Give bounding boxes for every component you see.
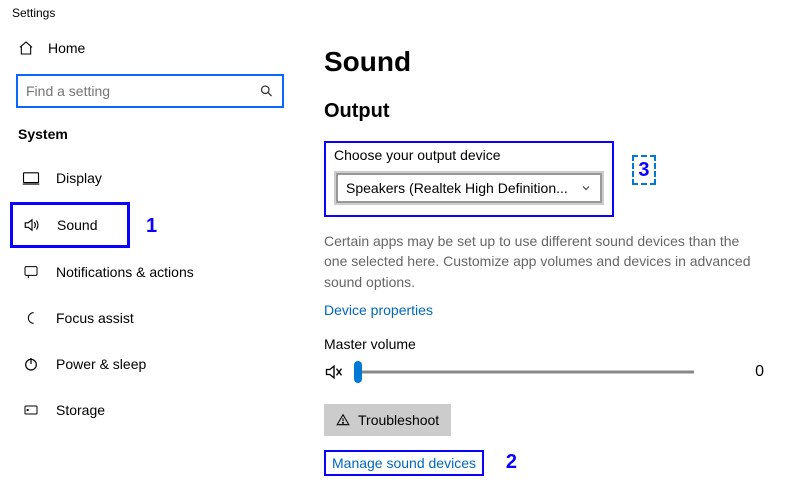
sidebar-item-label: Notifications & actions: [56, 264, 194, 280]
troubleshoot-button[interactable]: Troubleshoot: [324, 404, 451, 436]
section-output-title: Output: [324, 100, 784, 123]
sidebar-item-sound[interactable]: Sound: [10, 202, 130, 248]
volume-mute-icon[interactable]: [324, 363, 344, 381]
troubleshoot-label: Troubleshoot: [358, 412, 439, 428]
output-hint-text: Certain apps may be set up to use differ…: [324, 231, 764, 292]
home-icon: [18, 40, 34, 56]
sidebar: Home System: [0, 20, 300, 500]
slider-track: [354, 370, 694, 373]
display-icon: [22, 171, 40, 185]
storage-icon: [22, 402, 40, 418]
output-device-block: Choose your output device Speakers (Real…: [324, 141, 614, 217]
sidebar-item-label: Focus assist: [56, 310, 134, 326]
sidebar-item-label: Power & sleep: [56, 356, 146, 372]
sidebar-item-label: Sound: [57, 217, 97, 233]
annotation-1: 1: [146, 215, 157, 238]
sound-icon: [23, 217, 41, 233]
annotation-2: 2: [506, 451, 517, 474]
sidebar-item-label: Display: [56, 170, 102, 186]
search-input[interactable]: [16, 74, 284, 108]
window-title: Settings: [0, 0, 804, 20]
master-volume-value: 0: [704, 363, 764, 381]
sidebar-item-storage[interactable]: Storage: [10, 388, 290, 432]
power-icon: [22, 356, 40, 372]
sidebar-item-focus-assist[interactable]: Focus assist: [10, 296, 290, 340]
device-properties-link[interactable]: Device properties: [324, 302, 784, 318]
search-field[interactable]: [16, 74, 284, 108]
search-icon: [259, 84, 274, 99]
output-device-dropdown[interactable]: Speakers (Realtek High Definition...: [334, 171, 604, 205]
master-volume-slider[interactable]: [354, 362, 694, 382]
notifications-icon: [22, 264, 40, 280]
sidebar-item-label: Storage: [56, 402, 105, 418]
output-device-label: Choose your output device: [334, 147, 604, 163]
manage-sound-devices-link[interactable]: Manage sound devices: [332, 455, 476, 471]
sidebar-group-system: System: [10, 122, 290, 156]
focus-assist-icon: [22, 310, 40, 326]
output-device-selected: Speakers (Realtek High Definition...: [346, 180, 568, 196]
sidebar-item-power-sleep[interactable]: Power & sleep: [10, 342, 290, 386]
chevron-down-icon: [580, 182, 592, 194]
slider-thumb[interactable]: [354, 361, 362, 383]
master-volume-label: Master volume: [324, 336, 784, 352]
nav-home-label: Home: [48, 40, 85, 56]
warning-icon: [336, 413, 350, 427]
sidebar-item-notifications[interactable]: Notifications & actions: [10, 250, 290, 294]
sidebar-item-display[interactable]: Display: [10, 156, 290, 200]
nav-home[interactable]: Home: [10, 30, 290, 66]
annotation-3: 3: [632, 155, 656, 185]
main-content: Sound Output Choose your output device S…: [300, 20, 804, 500]
page-title: Sound: [324, 46, 784, 78]
